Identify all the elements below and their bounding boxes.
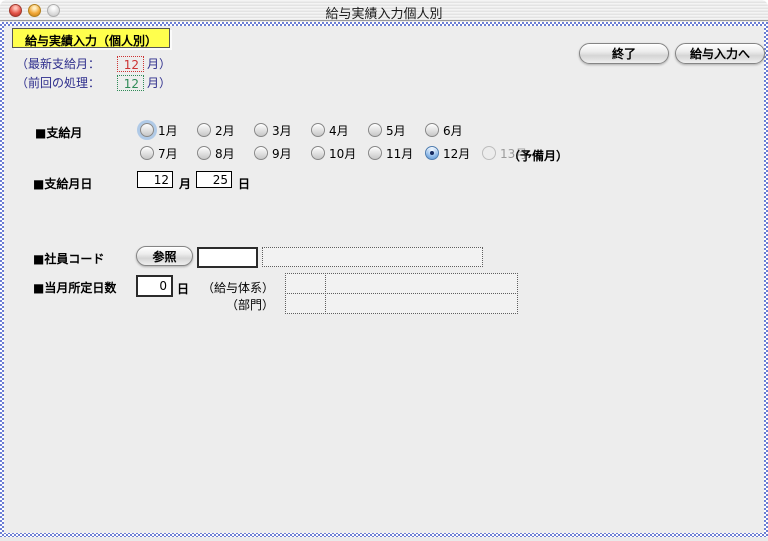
window-title: 給与実績入力個人別 (0, 3, 768, 22)
radio-selected-icon (425, 146, 439, 160)
browse-button[interactable]: 参照 (136, 246, 193, 266)
app-window: 給与実績入力個人別 給与実績入力（個人別） 終了 給与入力へ （最新支給月： 1… (0, 0, 768, 541)
radio-icon (311, 146, 325, 160)
radio-disabled-icon (482, 146, 496, 160)
radio-icon (311, 123, 325, 137)
previous-process-label: （前回の処理： (16, 74, 117, 91)
department-label: （部門） (202, 296, 274, 313)
scheduled-days-input[interactable] (136, 275, 173, 297)
previous-process-suffix: 月） (147, 74, 171, 91)
employee-name-display (262, 247, 483, 267)
radio-icon (254, 123, 268, 137)
latest-pay-month-label: （最新支給月： (16, 55, 117, 72)
radio-month-2[interactable]: 2月 (197, 122, 235, 138)
radio-month-4[interactable]: 4月 (311, 122, 349, 138)
radio-icon (254, 146, 268, 160)
salary-system-label: （給与体系） (202, 279, 274, 296)
pay-month-unit: 月 (179, 175, 191, 192)
latest-pay-month-value: 12 (117, 56, 144, 72)
radio-icon (368, 146, 382, 160)
pay-day-unit: 日 (238, 175, 250, 192)
pay-day-input[interactable] (196, 171, 232, 188)
radio-icon (197, 146, 211, 160)
radio-month-1[interactable]: 1月 (140, 122, 178, 138)
radio-icon (368, 123, 382, 137)
scheduled-days-unit: 日 (177, 280, 189, 297)
radio-icon (197, 123, 211, 137)
radio-month-11[interactable]: 11月 (368, 145, 413, 161)
pay-date-label: ■支給月日 (33, 175, 92, 192)
form-title-badge: 給与実績入力（個人別） (12, 28, 170, 48)
radio-month-7[interactable]: 7月 (140, 145, 178, 161)
radio-month-6[interactable]: 6月 (425, 122, 463, 138)
employee-code-input[interactable] (197, 247, 258, 268)
salary-system-name-display (325, 273, 518, 294)
latest-pay-month-suffix: 月） (147, 55, 171, 72)
previous-process-row: （前回の処理： 12 月） (16, 74, 171, 91)
radio-month-10[interactable]: 10月 (311, 145, 356, 161)
employee-code-label: ■社員コード (33, 250, 104, 267)
department-code-display (285, 293, 326, 314)
spare-month-note: （予備月） (508, 147, 568, 164)
titlebar[interactable]: 給与実績入力個人別 (0, 0, 768, 21)
pay-month-input[interactable] (137, 171, 173, 188)
radio-icon (140, 123, 154, 137)
radio-month-9[interactable]: 9月 (254, 145, 292, 161)
scheduled-days-label: ■当月所定日数 (33, 279, 116, 296)
pay-month-label: ■支給月 (35, 124, 82, 141)
department-name-display (325, 293, 518, 314)
radio-month-3[interactable]: 3月 (254, 122, 292, 138)
radio-month-8[interactable]: 8月 (197, 145, 235, 161)
radio-icon (140, 146, 154, 160)
salary-input-button[interactable]: 給与入力へ (675, 43, 765, 64)
radio-month-5[interactable]: 5月 (368, 122, 406, 138)
previous-process-value: 12 (117, 75, 144, 91)
latest-pay-month-row: （最新支給月： 12 月） (16, 55, 171, 72)
radio-month-12-selected[interactable]: 12月 (425, 145, 470, 161)
radio-icon (425, 123, 439, 137)
salary-system-code-display (285, 273, 326, 294)
exit-button[interactable]: 終了 (579, 43, 669, 64)
